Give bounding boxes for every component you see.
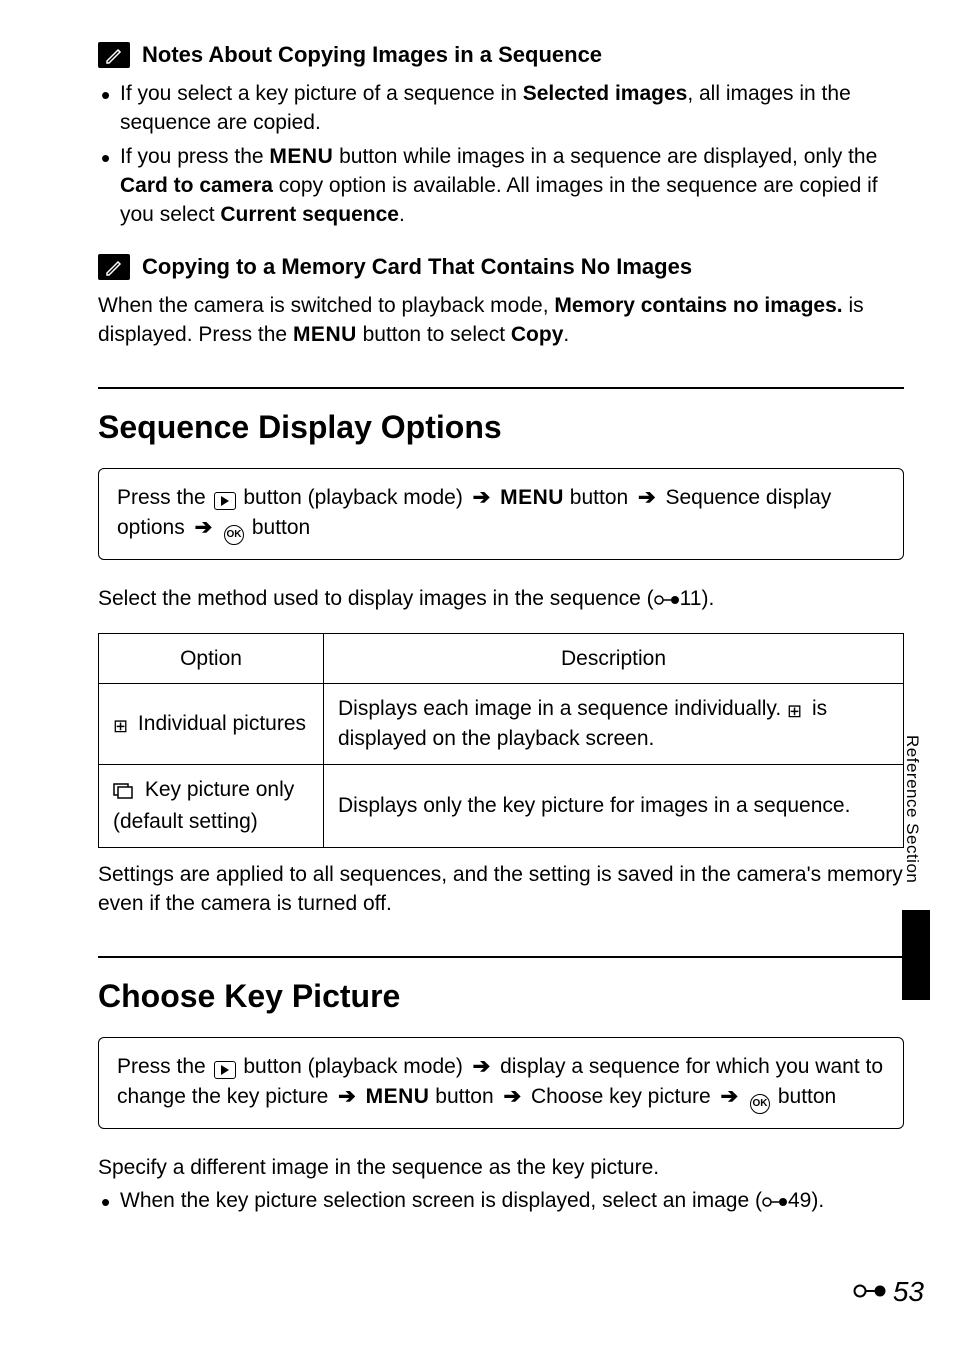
table-row: ⊞ Individual pictures Displays each imag… — [99, 684, 904, 765]
text: button — [772, 1085, 836, 1108]
text: Select the method used to display images… — [98, 587, 654, 610]
key-picture-icon — [113, 778, 133, 807]
option-cell: ⊞ Individual pictures — [99, 684, 324, 765]
nav-path-key-picture: Press the button (playback mode) ➔ displ… — [98, 1037, 904, 1128]
bold-text: Memory contains no images. — [554, 294, 842, 317]
text: Displays each image in a sequence indivi… — [338, 697, 787, 720]
text: If you select a key picture of a sequenc… — [120, 82, 523, 105]
note-body: When the camera is switched to playback … — [98, 291, 904, 350]
note-heading-text: Copying to a Memory Card That Contains N… — [142, 252, 692, 283]
text: button to select — [357, 323, 511, 346]
table-header-row: Option Description — [99, 633, 904, 683]
text: button while images in a sequence are di… — [333, 145, 877, 168]
table-header: Description — [324, 633, 904, 683]
arrow-icon: ➔ — [504, 1085, 522, 1108]
individual-icon: ⊞ — [787, 699, 802, 724]
text: . — [399, 203, 405, 226]
table-header: Option — [99, 633, 324, 683]
after-table-text: Settings are applied to all sequences, a… — [98, 860, 904, 919]
bold-text: Current sequence — [220, 203, 399, 226]
bold-text: Card to camera — [120, 174, 273, 197]
section-heading-key-picture: Choose Key Picture — [98, 974, 904, 1019]
ok-icon: OK — [224, 525, 244, 545]
pencil-icon — [98, 254, 130, 280]
section-divider — [98, 956, 904, 958]
text: When the camera is switched to playback … — [98, 294, 554, 317]
text: Individual pictures — [132, 712, 306, 735]
text: button (playback mode) — [238, 486, 469, 509]
ok-icon: OK — [750, 1094, 770, 1114]
text: When the key picture selection screen is… — [120, 1189, 762, 1212]
pencil-icon — [98, 42, 130, 68]
bold-text: Selected images — [523, 82, 688, 105]
section-divider — [98, 387, 904, 389]
play-icon — [214, 492, 236, 510]
option-cell: Key picture only (default setting) — [99, 764, 324, 847]
page-number-text: 53 — [893, 1272, 924, 1311]
arrow-icon: ➔ — [721, 1085, 739, 1108]
key-body-text: Specify a different image in the sequenc… — [98, 1153, 904, 1182]
description-cell: Displays each image in a sequence indivi… — [324, 684, 904, 765]
text: Key picture only — [139, 778, 294, 801]
side-tab-label: Reference Section — [900, 735, 924, 883]
arrow-icon: ➔ — [473, 486, 491, 509]
arrow-icon: ➔ — [473, 1055, 491, 1078]
bold-text: Copy — [511, 323, 564, 346]
text: Press the — [117, 1055, 212, 1078]
menu-glyph: MENU — [269, 145, 333, 168]
section-heading-sequence: Sequence Display Options — [98, 405, 904, 450]
note-heading: Copying to a Memory Card That Contains N… — [98, 252, 904, 283]
nav-path-sequence: Press the button (playback mode) ➔ MENU … — [98, 468, 904, 559]
arrow-icon: ➔ — [338, 1085, 356, 1108]
notes-no-images: Copying to a Memory Card That Contains N… — [98, 252, 904, 350]
text: button — [429, 1085, 499, 1108]
side-tab-block — [902, 910, 930, 1000]
menu-glyph: MENU — [293, 323, 357, 346]
text: 11). — [680, 587, 715, 610]
notes-copy-sequence: Notes About Copying Images in a Sequence… — [98, 40, 904, 230]
text: If you press the — [120, 145, 269, 168]
page-number: 53 — [853, 1272, 924, 1311]
reference-icon — [762, 1188, 788, 1217]
options-table: Option Description ⊞ Individual pictures… — [98, 633, 904, 848]
table-row: Key picture only (default setting) Displ… — [99, 764, 904, 847]
key-bullets: When the key picture selection screen is… — [98, 1186, 904, 1217]
note-bullet: If you press the MENU button while image… — [98, 142, 904, 230]
text: 49). — [788, 1189, 824, 1212]
note-bullet: If you select a key picture of a sequenc… — [98, 79, 904, 138]
text: Choose key picture — [525, 1085, 716, 1108]
play-icon — [214, 1061, 236, 1079]
arrow-icon: ➔ — [195, 516, 213, 539]
individual-icon: ⊞ — [113, 714, 128, 739]
menu-glyph: MENU — [500, 486, 564, 509]
menu-glyph: MENU — [366, 1085, 430, 1108]
arrow-icon: ➔ — [638, 486, 656, 509]
intro-text: Select the method used to display images… — [98, 584, 904, 615]
text: button (playback mode) — [238, 1055, 469, 1078]
description-cell: Displays only the key picture for images… — [324, 764, 904, 847]
text: Press the — [117, 486, 212, 509]
note-heading-text: Notes About Copying Images in a Sequence — [142, 40, 602, 71]
reference-icon — [654, 586, 680, 615]
note-heading: Notes About Copying Images in a Sequence — [98, 40, 904, 71]
text: button — [564, 486, 634, 509]
list-item: When the key picture selection screen is… — [98, 1186, 904, 1217]
reference-icon — [853, 1281, 887, 1301]
text: . — [563, 323, 569, 346]
text: button — [246, 516, 310, 539]
text: (default setting) — [113, 810, 258, 833]
note-bullets: If you select a key picture of a sequenc… — [98, 79, 904, 230]
